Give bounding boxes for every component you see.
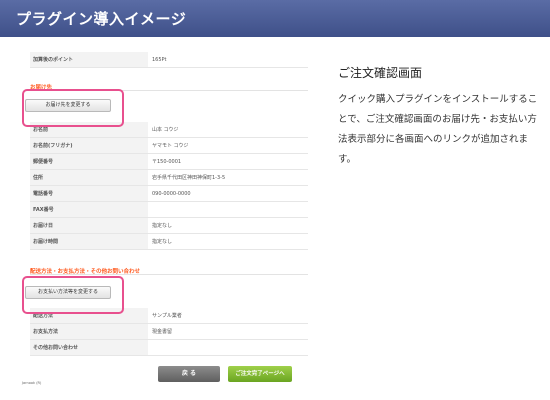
row-label: 電話番号 xyxy=(30,186,148,201)
row-value: 指定なし xyxy=(152,239,173,245)
delivery-row: 住所 岩手県千代田区神田神保町1-3-5 xyxy=(30,170,308,186)
row-value: 山本 コウジ xyxy=(152,127,179,133)
row-label: 郵便番号 xyxy=(30,154,148,169)
payment-link-highlight xyxy=(22,276,124,314)
payment-section-divider xyxy=(30,274,308,275)
row-value: 現金書留 xyxy=(152,329,173,335)
footer-logo-text: Jarnook (R) xyxy=(22,381,42,385)
row-value: 090-0000-0000 xyxy=(152,191,191,197)
order-complete-button[interactable]: ご注文完了ページへ xyxy=(228,366,292,382)
row-label: 住所 xyxy=(30,170,148,185)
delivery-row: 郵便番号 〒150-0001 xyxy=(30,154,308,170)
row-label: その他お問い合わせ xyxy=(30,340,148,355)
row-label: お届け日 xyxy=(30,218,148,233)
payment-row: その他お問い合わせ xyxy=(30,340,308,356)
row-value: 指定なし xyxy=(152,223,173,229)
delivery-row: お届け日 指定なし xyxy=(30,218,308,234)
payment-row: お支払方法 現金書留 xyxy=(30,324,308,340)
row-label: お名前(フリガナ) xyxy=(30,138,148,153)
description-text: クイック購入プラグインをインストールすることで、ご注文確認画面のお届け先・お支払… xyxy=(338,94,538,165)
points-label: 加算後のポイント xyxy=(30,52,148,67)
delivery-row: お名前(フリガナ) ヤマモト コウジ xyxy=(30,138,308,154)
row-value: ヤマモト コウジ xyxy=(152,143,189,149)
delivery-link-highlight xyxy=(22,89,124,127)
row-value: 岩手県千代田区神田神保町1-3-5 xyxy=(152,175,226,181)
delivery-row: 電話番号 090-0000-0000 xyxy=(30,186,308,202)
row-label: お支払方法 xyxy=(30,324,148,339)
description-title: ご注文確認画面 xyxy=(338,66,423,80)
row-label: FAX番号 xyxy=(30,202,148,217)
delivery-row: お届け時間 指定なし xyxy=(30,234,308,250)
row-label: お届け時間 xyxy=(30,234,148,249)
row-value: サンプル業者 xyxy=(152,313,182,319)
row-value: 〒150-0001 xyxy=(152,159,182,165)
points-value: 165Pt xyxy=(152,57,167,63)
back-button[interactable]: 戻 る xyxy=(158,366,220,382)
header-bar: プラグイン導入イメージ xyxy=(0,0,550,37)
delivery-row: FAX番号 xyxy=(30,202,308,218)
page-title: プラグイン導入イメージ xyxy=(16,10,187,28)
points-row: 加算後のポイント 165Pt xyxy=(30,52,308,68)
